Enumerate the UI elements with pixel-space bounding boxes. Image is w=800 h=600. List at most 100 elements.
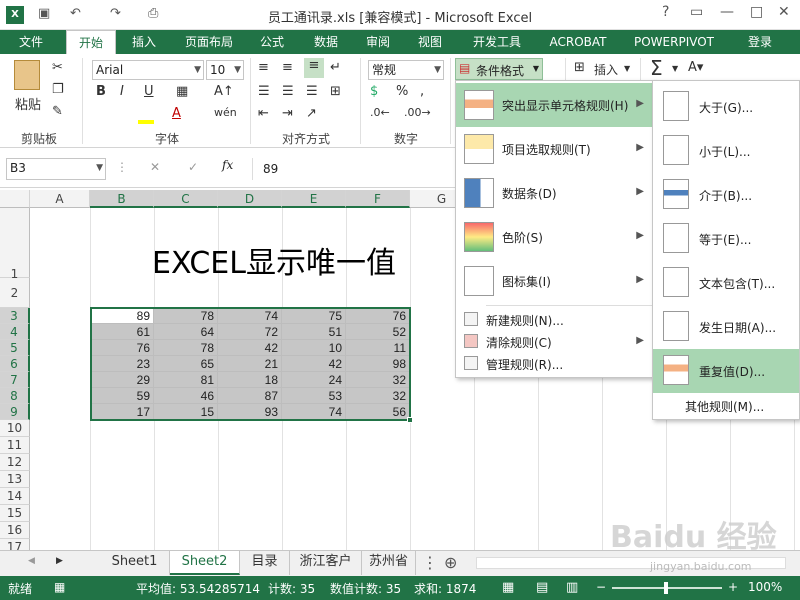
menu-item-top-bottom-rules[interactable]: 项目选取规则(T) ▶ — [456, 127, 654, 171]
page-layout-view-icon[interactable]: ▤ — [536, 580, 548, 595]
row-header[interactable]: 7 — [0, 372, 30, 388]
column-header[interactable]: E — [282, 190, 346, 208]
zoom-level[interactable]: 100% — [748, 580, 782, 594]
menu-item-more-rules[interactable]: 其他规则(M)... — [653, 395, 799, 417]
tab-home[interactable]: 开始 — [66, 30, 116, 54]
column-header[interactable]: D — [218, 190, 282, 208]
cut-icon[interactable]: ✂ — [52, 60, 63, 75]
row-header[interactable]: 2 — [0, 278, 30, 308]
border-icon[interactable]: ▦ — [176, 84, 188, 99]
add-sheet-button[interactable]: ⊕ — [444, 553, 457, 572]
menu-item-less-than[interactable]: 小于(L)... — [653, 129, 799, 173]
tab-acrobat[interactable]: ACROBAT — [540, 30, 616, 54]
column-header[interactable]: B — [90, 190, 154, 208]
menu-item-date-occurring[interactable]: 发生日期(A)... — [653, 305, 799, 349]
sheet-tab[interactable]: Sheet1 — [100, 551, 170, 575]
normal-view-icon[interactable]: ▦ — [502, 580, 514, 595]
scroll-right-button[interactable]: ▶ — [56, 556, 63, 566]
insert-cells-button[interactable]: 插入 — [594, 61, 618, 78]
menu-item-icon-sets[interactable]: 图标集(I) ▶ — [456, 259, 654, 303]
align-top-icon[interactable]: ≡ — [258, 60, 269, 75]
sheet-more-button[interactable]: ⋮ — [422, 553, 438, 572]
comma-icon[interactable]: , — [420, 84, 424, 99]
tab-file[interactable]: 文件 — [0, 30, 62, 54]
insert-function-button[interactable]: fx — [222, 158, 233, 172]
row-header[interactable]: 17 — [0, 539, 30, 550]
row-header[interactable]: 11 — [0, 437, 30, 454]
menu-item-greater-than[interactable]: 大于(G)... — [653, 85, 799, 129]
tab-data[interactable]: 数据 — [304, 30, 348, 54]
bold-button[interactable]: B — [96, 84, 106, 99]
italic-button[interactable]: I — [120, 84, 124, 99]
close-button[interactable]: ✕ — [778, 4, 790, 20]
row-header[interactable]: 15 — [0, 505, 30, 522]
zoom-out-button[interactable]: − — [596, 580, 606, 594]
tab-formulas[interactable]: 公式 — [250, 30, 294, 54]
column-header[interactable]: C — [154, 190, 218, 208]
sheet-tab-active[interactable]: Sheet2 — [170, 551, 240, 575]
row-header[interactable]: 16 — [0, 522, 30, 539]
sheet-tab[interactable]: 目录 — [240, 551, 290, 575]
name-box[interactable]: B3 ▼ — [6, 158, 106, 180]
wrap-text-icon[interactable]: ↵ — [330, 60, 341, 75]
page-break-view-icon[interactable]: ▥ — [566, 580, 578, 595]
maximize-button[interactable]: □ — [750, 4, 763, 20]
login-link[interactable]: 登录 — [740, 30, 780, 54]
cancel-icon[interactable]: ✕ — [150, 160, 160, 174]
menu-item-text-contains[interactable]: 文本包含(T)... — [653, 261, 799, 305]
conditional-format-button[interactable]: ▤ 条件格式 ▼ — [455, 58, 543, 80]
sort-filter-button[interactable]: A▾ — [688, 60, 703, 75]
insert-cells-icon[interactable]: ⊞ — [574, 60, 585, 75]
row-header[interactable]: 4 — [0, 324, 30, 340]
decrease-decimal-icon[interactable]: .00→ — [404, 106, 431, 119]
paste-button[interactable]: 粘贴 — [10, 94, 46, 113]
menu-item-new-rule[interactable]: 新建规则(N)... — [456, 309, 654, 331]
menu-item-between[interactable]: 介于(B)... — [653, 173, 799, 217]
align-center-icon[interactable]: ☰ — [282, 84, 294, 99]
orientation-icon[interactable]: ↗ — [306, 106, 317, 121]
tab-insert[interactable]: 插入 — [120, 30, 168, 54]
currency-icon[interactable]: $ — [370, 84, 378, 99]
increase-indent-icon[interactable]: ⇥ — [282, 106, 293, 121]
row-header[interactable]: 9 — [0, 404, 30, 420]
font-name-select[interactable]: Arial ▼ — [92, 60, 204, 80]
tab-developer[interactable]: 开发工具 — [462, 30, 532, 54]
autosum-button[interactable]: Σ — [650, 56, 663, 80]
tab-page-layout[interactable]: 页面布局 — [176, 30, 242, 54]
row-header[interactable]: 6 — [0, 356, 30, 372]
zoom-in-button[interactable]: + — [728, 580, 738, 594]
row-header[interactable]: 14 — [0, 488, 30, 505]
row-header[interactable]: 10 — [0, 420, 30, 437]
tab-view[interactable]: 视图 — [408, 30, 452, 54]
tab-powerpivot[interactable]: POWERPIVOT — [626, 30, 722, 54]
sheet-tab[interactable]: 苏州省 — [362, 551, 416, 575]
menu-item-color-scales[interactable]: 色阶(S) ▶ — [456, 215, 654, 259]
font-size-select[interactable]: 10 ▼ — [206, 60, 244, 80]
scroll-left-button[interactable]: ◀ — [28, 556, 35, 566]
fill-color-icon[interactable] — [138, 108, 154, 124]
minimize-button[interactable]: — — [720, 4, 734, 20]
align-middle-icon[interactable]: ≡ — [282, 60, 293, 75]
font-color-button[interactable]: A — [172, 106, 181, 121]
macro-record-icon[interactable]: ▦ — [54, 580, 65, 594]
menu-item-equal-to[interactable]: 等于(E)... — [653, 217, 799, 261]
row-header[interactable]: 8 — [0, 388, 30, 404]
decrease-indent-icon[interactable]: ⇤ — [258, 106, 269, 121]
help-button[interactable]: ? — [662, 4, 669, 20]
row-header[interactable]: 1 — [0, 208, 30, 281]
align-left-icon[interactable]: ☰ — [258, 84, 270, 99]
enter-icon[interactable]: ✓ — [188, 160, 198, 174]
phonetic-icon[interactable]: wén — [214, 106, 237, 119]
copy-icon[interactable]: ❐ — [52, 82, 64, 97]
menu-item-clear-rules[interactable]: 清除规则(C) ▶ — [456, 331, 654, 353]
menu-item-highlight-rules[interactable]: 突出显示单元格规则(H) ▶ — [456, 83, 654, 127]
percent-icon[interactable]: % — [396, 84, 408, 99]
menu-item-data-bars[interactable]: 数据条(D) ▶ — [456, 171, 654, 215]
align-bottom-icon[interactable]: ≡ — [304, 58, 324, 78]
paste-icon[interactable] — [14, 60, 40, 90]
row-header[interactable]: 3 — [0, 308, 30, 324]
merge-icon[interactable]: ⊞ — [330, 84, 341, 99]
formula-input[interactable]: 89 — [252, 158, 452, 180]
increase-font-icon[interactable]: A↑ — [214, 84, 234, 99]
ribbon-display-button[interactable]: ▭ — [690, 4, 703, 20]
